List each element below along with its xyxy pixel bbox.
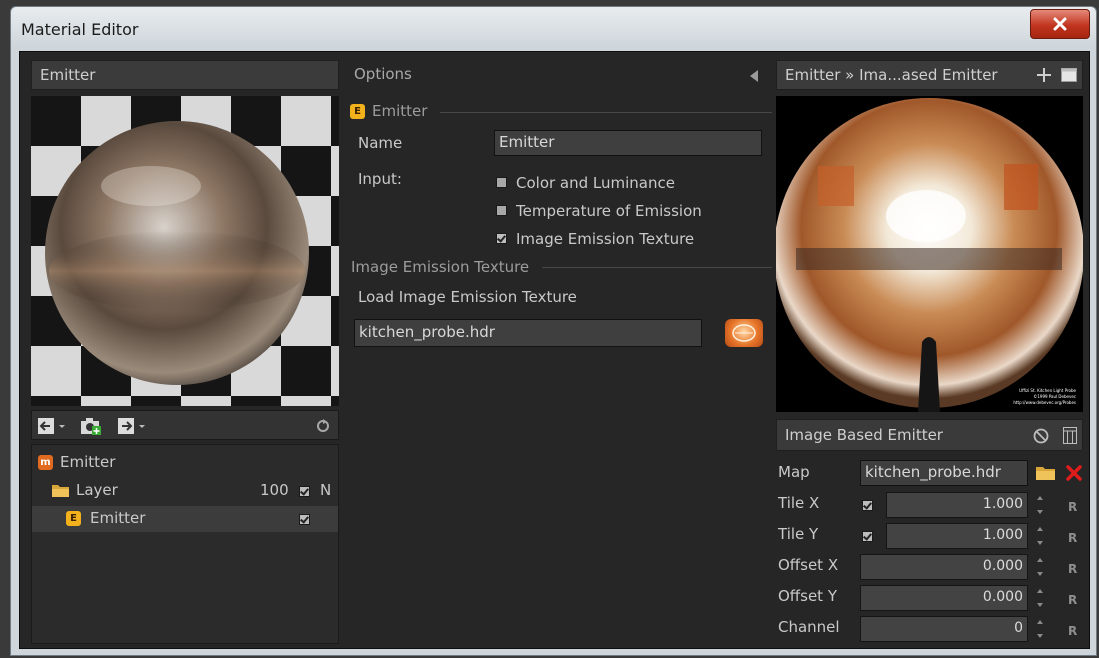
channel-input[interactable]: 0 [860,616,1028,642]
offsety-label: Offset Y [778,587,837,605]
section-divider [542,267,772,268]
tree-item-layer[interactable]: Layer 100 N [32,479,338,503]
tiley-reset-button[interactable]: R [1068,531,1077,545]
delete-icon[interactable] [1066,465,1082,481]
offsety-input[interactable]: 0.000 [860,585,1028,611]
environment-preview[interactable]: Uffizi St. Kitchen Light Probe ©1999 Pau… [774,96,1084,412]
move-icon[interactable] [1037,68,1051,82]
offsetx-reset-button[interactable]: R [1068,562,1077,576]
options-title: Options [354,65,412,83]
texture-thumbnail-button[interactable] [725,319,763,347]
load-texture-label: Load Image Emission Texture [358,288,577,306]
material-icon: m [38,455,53,470]
left-panel-header: Emitter [31,60,339,90]
input-option-image-texture[interactable]: Image Emission Texture [496,228,766,250]
columns-icon[interactable] [1063,427,1077,445]
tiley-checkbox[interactable] [862,531,873,542]
tree-item-label: Layer [76,481,118,499]
map-label: Map [778,463,810,481]
tree-item-material[interactable]: m Emitter [32,451,338,475]
light-probe-icon [732,324,756,342]
offsetx-label: Offset X [778,556,839,574]
input-label: Input: [358,170,402,188]
probe-caption-line: http://www.debevec.org/Probes [1013,400,1076,405]
back-arrow-icon[interactable] [38,418,68,434]
tiley-label: Tile Y [778,525,819,543]
disable-icon[interactable] [1033,428,1049,444]
layer-blend-flag[interactable]: N [320,481,331,499]
options-header: Options [346,60,774,90]
channel-reset-button[interactable]: R [1068,624,1077,638]
tree-item-label: Emitter [60,453,116,471]
name-input[interactable]: Emitter [494,130,762,156]
channel-spinner[interactable] [1036,618,1044,640]
texture-path-input[interactable]: kitchen_probe.hdr [354,319,702,347]
map-input[interactable]: kitchen_probe.hdr [860,460,1028,486]
preview-toolbar [31,410,339,440]
maximize-icon[interactable] [1061,68,1077,82]
tilex-spinner[interactable] [1036,494,1044,516]
layer-enabled-checkbox[interactable] [299,486,310,497]
refresh-icon[interactable] [316,419,330,433]
collapse-arrow-icon[interactable] [749,70,759,82]
tree-item-emitter[interactable]: E Emitter [32,506,338,532]
tilex-reset-button[interactable]: R [1068,500,1077,514]
window-title: Material Editor [21,20,139,39]
open-folder-icon[interactable] [1036,465,1056,481]
image-texture-checkbox[interactable] [496,233,507,244]
color-luminance-checkbox[interactable] [496,177,507,188]
tilex-label: Tile X [778,494,820,512]
editor-client-area: Emitter m Emitter Layer 100 N E Emitter … [19,51,1090,649]
offsety-reset-button[interactable]: R [1068,593,1077,607]
emitter-icon: E [66,511,81,526]
emitter-section-title: Emitter [372,102,428,120]
material-preview[interactable] [19,76,349,416]
light-probe-preview: Uffizi St. Kitchen Light Probe ©1999 Pau… [774,98,1084,412]
offsetx-spinner[interactable] [1036,556,1044,578]
emitter-enabled-checkbox[interactable] [299,514,310,525]
tilex-input[interactable]: 1.000 [886,492,1028,518]
layer-opacity-value: 100 [260,481,289,499]
material-layer-tree: m Emitter Layer 100 N E Emitter [31,444,339,644]
right-panel-header: Emitter » Ima...ased Emitter [776,60,1083,90]
material-sphere-preview [19,76,349,416]
probe-caption-line: ©1999 Paul Debevec [1033,394,1076,399]
offsetx-input[interactable]: 0.000 [860,554,1028,580]
folder-icon [52,485,69,497]
close-button[interactable] [1030,9,1090,39]
section-divider [440,112,772,113]
temperature-checkbox[interactable] [496,205,507,216]
breadcrumb[interactable]: Emitter » Ima...ased Emitter [785,66,998,84]
input-option-temperature[interactable]: Temperature of Emission [496,200,766,222]
material-editor-window: Material Editor Emitter m Emitter Layer … [10,6,1097,656]
input-option-label: Temperature of Emission [516,202,702,220]
texture-section-title: Image Emission Texture [351,258,530,276]
tiley-input[interactable]: 1.000 [886,523,1028,549]
probe-caption-line: Uffizi St. Kitchen Light Probe [1019,388,1076,393]
input-option-label: Image Emission Texture [516,230,695,248]
tilex-checkbox[interactable] [862,500,873,511]
name-label: Name [358,134,403,152]
tiley-spinner[interactable] [1036,525,1044,547]
ibe-title: Image Based Emitter [785,426,943,444]
title-bar[interactable]: Material Editor [11,7,1096,51]
offsety-spinner[interactable] [1036,587,1044,609]
input-option-color-luminance[interactable]: Color and Luminance [496,172,766,194]
close-icon [1053,17,1067,31]
forward-arrow-icon[interactable] [118,418,148,434]
input-option-label: Color and Luminance [516,174,675,192]
tree-item-label: Emitter [90,509,146,527]
channel-label: Channel [778,618,840,636]
camera-add-icon[interactable] [80,416,102,436]
emitter-section-icon: E [350,104,365,119]
ibe-header: Image Based Emitter [776,419,1083,451]
